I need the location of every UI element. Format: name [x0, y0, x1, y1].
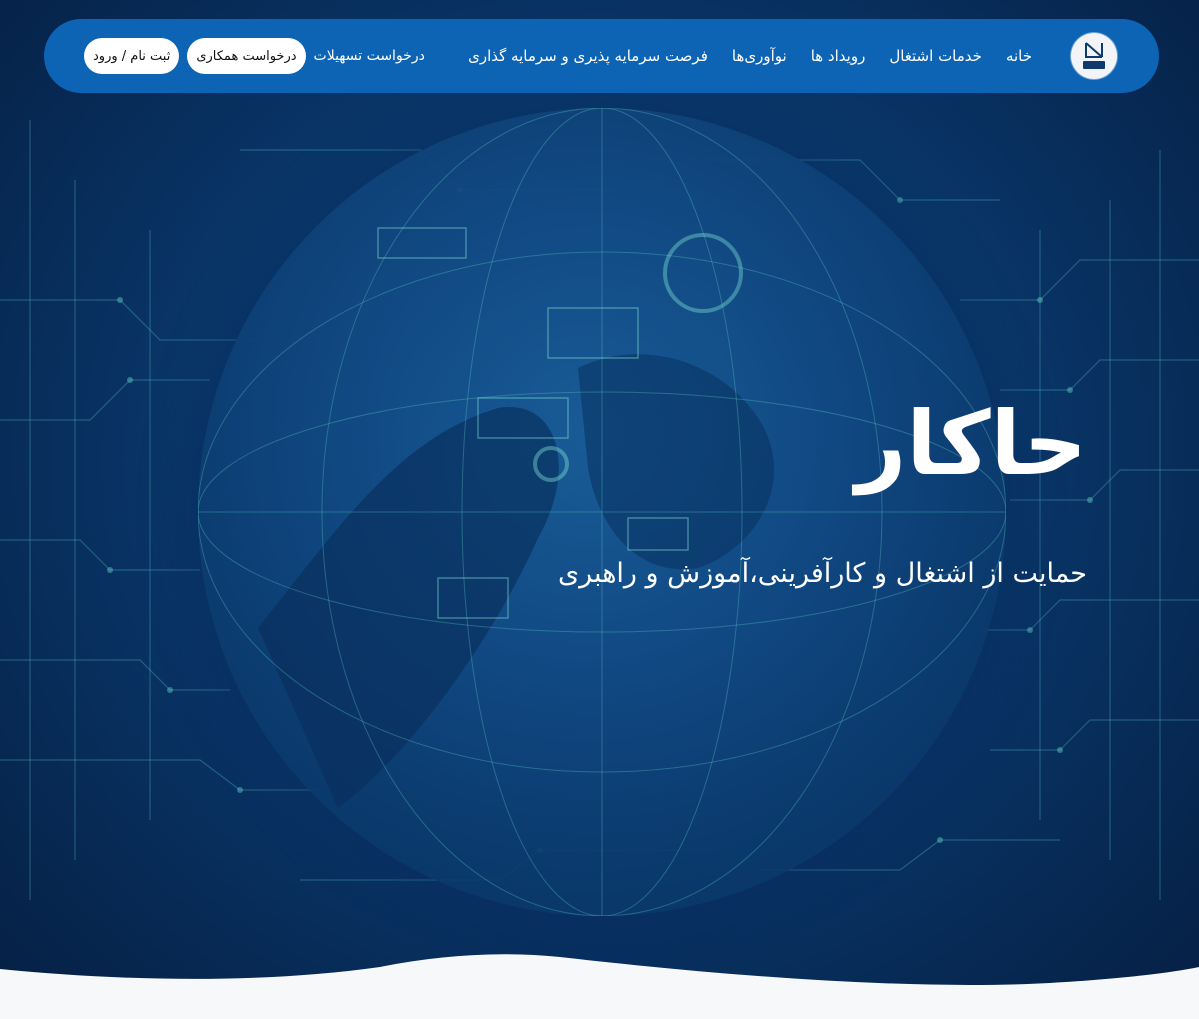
nav-employment-services[interactable]: خدمات اشتغال — [889, 47, 982, 65]
hero-subtitle: حمایت از اشتغال و کارآفرینی،آموزش و راهب… — [558, 558, 1087, 589]
top-navbar: خانه خدمات اشتغال رویداد ها نوآوری‌ها فر… — [44, 19, 1159, 93]
bottom-wave-divider — [0, 954, 1199, 1019]
hero-title: حاکار — [855, 392, 1087, 495]
nav-home[interactable]: خانه — [1006, 47, 1032, 65]
action-buttons: درخواست تسهیلات درخواست همکاری ثبت نام /… — [84, 38, 425, 74]
cooperation-request-button[interactable]: درخواست همکاری — [187, 38, 306, 74]
nav-investment-opportunities[interactable]: فرصت سرمایه پذیری و سرمایه گذاری — [468, 47, 708, 65]
landing-page: خانه خدمات اشتغال رویداد ها نوآوری‌ها فر… — [0, 0, 1199, 1019]
loan-request-link[interactable]: درخواست تسهیلات — [314, 48, 425, 64]
signup-login-button[interactable]: ثبت نام / ورود — [84, 38, 180, 74]
hakar-logo-icon[interactable] — [1071, 33, 1117, 79]
nav-innovations[interactable]: نوآوری‌ها — [732, 47, 787, 65]
globe-image — [198, 108, 1006, 916]
globe-grid — [198, 108, 1006, 916]
nav-events[interactable]: رویداد ها — [811, 47, 866, 65]
main-nav: خانه خدمات اشتغال رویداد ها نوآوری‌ها فر… — [444, 19, 1032, 93]
